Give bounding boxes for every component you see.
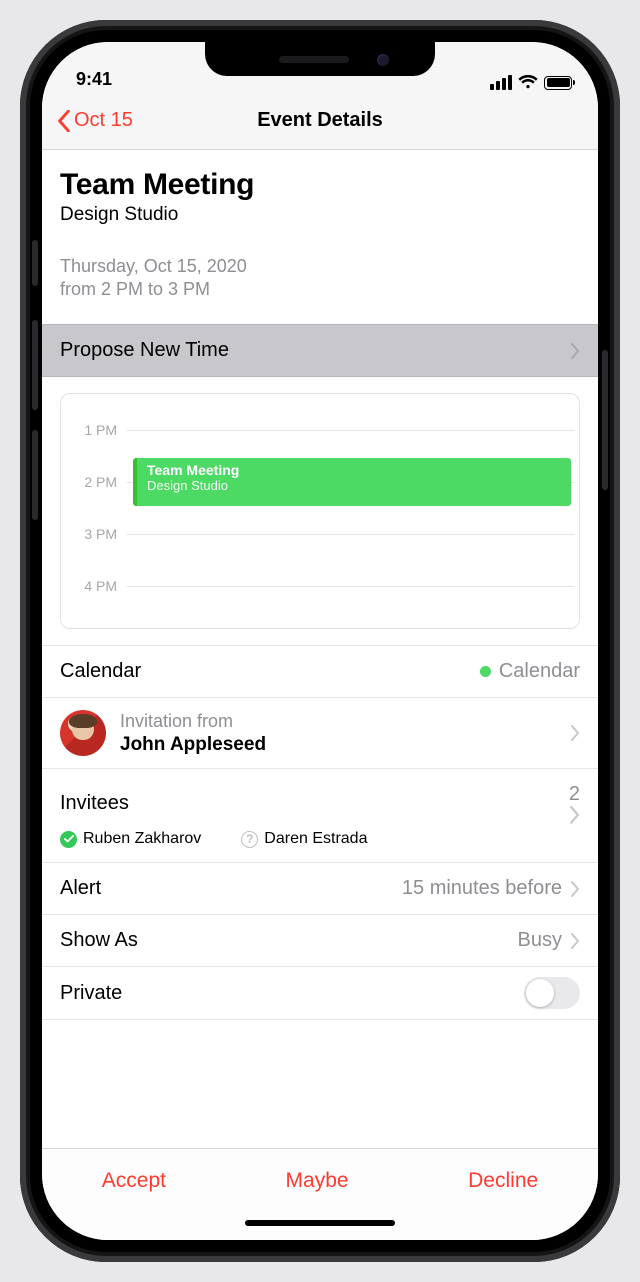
invitees-row[interactable]: Invitees 2 (42, 768, 598, 830)
side-button (32, 430, 38, 520)
side-button (602, 350, 608, 490)
invitees-count: 2 (569, 783, 580, 805)
decline-button[interactable]: Decline (468, 1169, 538, 1193)
status-time: 9:41 (76, 69, 112, 90)
alert-label: Alert (60, 877, 101, 900)
hour-label: 3 PM (61, 526, 127, 542)
maybe-button[interactable]: Maybe (286, 1169, 349, 1193)
chevron-right-icon (569, 806, 580, 824)
timeline-event-block[interactable]: Team Meeting Design Studio (133, 458, 571, 506)
screen: 9:41 Oct 15 Event Details Team Meeting D… (42, 42, 598, 1240)
hour-label: 2 PM (61, 474, 127, 490)
accept-button[interactable]: Accept (102, 1169, 166, 1193)
chevron-right-icon (570, 343, 580, 359)
hour-label: 4 PM (61, 578, 127, 594)
propose-label: Propose New Time (60, 339, 229, 362)
invitees-label: Invitees (60, 792, 129, 815)
private-toggle[interactable] (524, 977, 580, 1009)
invitee-name: Daren Estrada (264, 830, 367, 848)
content-scroll[interactable]: Team Meeting Design Studio Thursday, Oct… (42, 150, 598, 1148)
cellular-icon (490, 75, 512, 90)
block-location: Design Studio (147, 478, 561, 493)
battery-icon (544, 76, 572, 90)
event-time: from 2 PM to 3 PM (60, 279, 580, 300)
timeline-preview: 1 PM 2 PM 3 PM 4 PM Team Meeting Design … (42, 377, 598, 629)
invitee-name: Ruben Zakharov (83, 830, 201, 848)
calendar-value: Calendar (499, 660, 580, 683)
chevron-right-icon (570, 881, 580, 897)
show-as-value: Busy (518, 929, 562, 952)
event-title: Team Meeting (60, 168, 580, 202)
invitation-from-label: Invitation from (120, 710, 556, 733)
home-indicator[interactable] (42, 1212, 598, 1240)
notch (205, 42, 435, 76)
calendar-label: Calendar (60, 660, 141, 683)
nav-title: Event Details (42, 109, 598, 132)
response-bar: Accept Maybe Decline (42, 1148, 598, 1212)
wifi-icon (518, 75, 538, 90)
inviter-name: John Appleseed (120, 733, 556, 757)
private-label: Private (60, 982, 122, 1005)
calendar-dot-icon (480, 666, 491, 677)
avatar (60, 710, 106, 756)
event-header: Team Meeting Design Studio Thursday, Oct… (42, 150, 598, 324)
chevron-right-icon (570, 725, 580, 741)
side-button (32, 240, 38, 286)
invitees-list: Ruben Zakharov ? Daren Estrada (42, 830, 598, 862)
invitee-accepted: Ruben Zakharov (60, 830, 201, 848)
alert-row[interactable]: Alert 15 minutes before (42, 862, 598, 914)
side-button (32, 320, 38, 410)
check-icon (60, 831, 77, 848)
show-as-label: Show As (60, 929, 138, 952)
alert-value: 15 minutes before (402, 877, 562, 900)
event-location: Design Studio (60, 204, 580, 226)
event-date: Thursday, Oct 15, 2020 (60, 256, 580, 277)
show-as-row[interactable]: Show As Busy (42, 914, 598, 966)
hour-label: 1 PM (61, 422, 127, 438)
block-title: Team Meeting (147, 462, 561, 478)
chevron-right-icon (570, 933, 580, 949)
nav-bar: Oct 15 Event Details (42, 92, 598, 150)
phone-frame: 9:41 Oct 15 Event Details Team Meeting D… (20, 20, 620, 1262)
private-row: Private (42, 966, 598, 1020)
invitation-row[interactable]: Invitation from John Appleseed (42, 697, 598, 768)
invitee-unknown: ? Daren Estrada (241, 830, 367, 848)
propose-new-time-row[interactable]: Propose New Time (42, 324, 598, 377)
calendar-row[interactable]: Calendar Calendar (42, 645, 598, 697)
question-icon: ? (241, 831, 258, 848)
